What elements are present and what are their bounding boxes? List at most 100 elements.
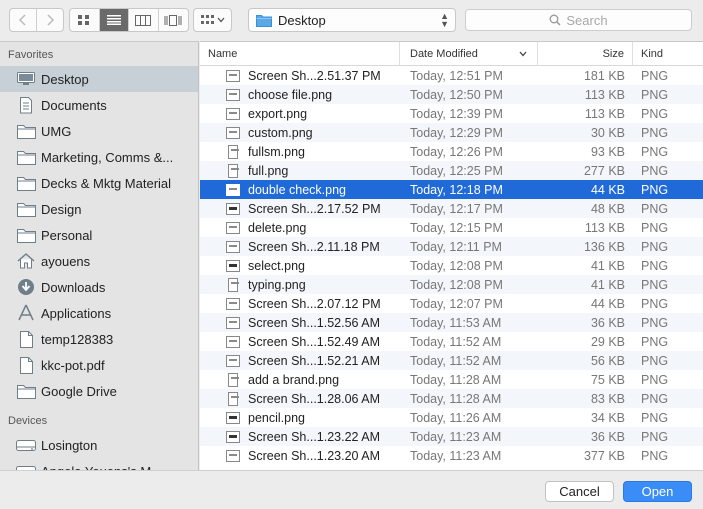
- file-row[interactable]: Screen Sh...2.07.12 PM Today, 12:07 PM 44 …: [200, 294, 703, 313]
- file-name: fullsm.png: [248, 144, 305, 159]
- folder-icon: [16, 174, 36, 192]
- cancel-button[interactable]: Cancel: [545, 481, 614, 502]
- list-view-button[interactable]: [99, 9, 129, 31]
- column-view-button[interactable]: [129, 9, 159, 31]
- file-row[interactable]: custom.png Today, 12:29 PM 30 KB PNG: [200, 123, 703, 142]
- file-name: Screen Sh...2.17.52 PM: [248, 201, 381, 216]
- file-name: Screen Sh...1.52.56 AM: [248, 315, 381, 330]
- sidebar-item-label: UMG: [41, 123, 72, 139]
- sidebar-item-label: Google Drive: [41, 383, 117, 399]
- sidebar-item-ayouens[interactable]: ayouens: [0, 248, 198, 274]
- file-size: 56 KB: [590, 353, 625, 368]
- file-rows: Screen Sh...2.51.37 PM Today, 12:51 PM 181…: [200, 66, 703, 465]
- file-icon: [16, 330, 36, 348]
- file-date-modified: Today, 12:50 PM: [410, 87, 503, 102]
- file-date-modified: Today, 11:52 AM: [410, 334, 502, 349]
- png-file-icon: [228, 144, 239, 159]
- file-name: Screen Sh...1.52.49 AM: [248, 334, 381, 349]
- sidebar-item-desktop[interactable]: Desktop: [0, 66, 198, 92]
- file-kind: PNG: [641, 106, 669, 121]
- sidebar-item-angela-youens-s-m[interactable]: Angela Youens's M...: [0, 458, 198, 470]
- sidebar-item-design[interactable]: Design: [0, 196, 198, 222]
- file-name-cell: Screen Sh...2.17.52 PM: [200, 202, 400, 216]
- file-name-cell: Screen Sh...1.52.56 AM: [200, 316, 400, 330]
- file-name: Screen Sh...1.23.20 AM: [248, 448, 381, 463]
- sidebar-item-personal[interactable]: Personal: [0, 222, 198, 248]
- sidebar-item-label: kkc-pot.pdf: [41, 357, 105, 373]
- location-label: Desktop: [278, 12, 326, 28]
- hard-drive-icon: [16, 436, 36, 454]
- chevron-right-icon: [47, 14, 54, 26]
- file-row[interactable]: export.png Today, 12:39 PM 113 KB PNG: [200, 104, 703, 123]
- file-row[interactable]: Screen Sh...1.52.21 AM Today, 11:52 AM 56 …: [200, 351, 703, 370]
- icon-view-button[interactable]: [70, 9, 100, 31]
- file-row[interactable]: full.png Today, 12:25 PM 277 KB PNG: [200, 161, 703, 180]
- file-row[interactable]: Screen Sh...2.51.37 PM Today, 12:51 PM 181…: [200, 66, 703, 85]
- file-date-modified: Today, 12:29 PM: [410, 125, 503, 140]
- sidebar-item-applications[interactable]: Applications: [0, 300, 198, 326]
- sidebar-item-umg[interactable]: UMG: [0, 118, 198, 144]
- file-name: Screen Sh...1.23.22 AM: [248, 429, 381, 444]
- column-size[interactable]: Size: [538, 42, 633, 66]
- png-file-icon: [226, 221, 240, 234]
- file-date-modified: Today, 11:52 AM: [410, 353, 502, 368]
- file-name: custom.png: [248, 125, 313, 140]
- sidebar-item-marketing-comms[interactable]: Marketing, Comms &...: [0, 144, 198, 170]
- file-row[interactable]: Screen Sh...1.52.56 AM Today, 11:53 AM 36 …: [200, 313, 703, 332]
- cover-flow-view-button[interactable]: [159, 9, 188, 31]
- arrange-menu-content: [194, 9, 231, 31]
- file-row[interactable]: typing.png Today, 12:08 PM 41 KB PNG: [200, 275, 703, 294]
- file-date-modified: Today, 11:26 AM: [410, 410, 502, 425]
- file-row[interactable]: Screen Sh...1.28.06 AM Today, 11:28 AM 83 …: [200, 389, 703, 408]
- png-file-icon: [228, 391, 239, 406]
- file-size: 377 KB: [583, 448, 625, 463]
- file-row[interactable]: Screen Sh...1.23.22 AM Today, 11:23 AM 36 …: [200, 427, 703, 446]
- file-date-modified: Today, 12:18 PM: [410, 182, 503, 197]
- file-date-modified: Today, 12:07 PM: [410, 296, 503, 311]
- sidebar-item-google-drive[interactable]: Google Drive: [0, 378, 198, 404]
- column-kind[interactable]: Kind: [633, 42, 703, 66]
- file-name-cell: Screen Sh...2.07.12 PM: [200, 297, 400, 311]
- file-name-cell: fullsm.png: [200, 144, 400, 159]
- png-file-icon: [226, 183, 240, 196]
- sidebar-item-decks-mktg-material[interactable]: Decks & Mktg Material: [0, 170, 198, 196]
- file-row[interactable]: delete.png Today, 12:15 PM 113 KB PNG: [200, 218, 703, 237]
- chevron-down-icon: [217, 17, 224, 23]
- column-name[interactable]: Name: [200, 42, 400, 66]
- location-popup[interactable]: Desktop ▲ ▼: [248, 8, 456, 32]
- sidebar-item-label: Design: [41, 201, 82, 217]
- file-row[interactable]: Screen Sh...1.23.20 AM Today, 11:23 AM 377…: [200, 446, 703, 465]
- file-row[interactable]: add a brand.png Today, 11:28 AM 75 KB PNG: [200, 370, 703, 389]
- sidebar-item-downloads[interactable]: Downloads: [0, 274, 198, 300]
- open-button[interactable]: Open: [623, 481, 692, 502]
- search-field[interactable]: Search: [465, 9, 692, 31]
- file-row[interactable]: Screen Sh...2.11.18 PM Today, 12:11 PM 136…: [200, 237, 703, 256]
- file-row[interactable]: Screen Sh...1.52.49 AM Today, 11:52 AM 29 …: [200, 332, 703, 351]
- file-row[interactable]: choose file.png Today, 12:50 PM 113 KB PNG: [200, 85, 703, 104]
- arrange-grid-icon: [200, 15, 214, 24]
- sidebar-item-documents[interactable]: Documents: [0, 92, 198, 118]
- file-name: choose file.png: [248, 87, 333, 102]
- sidebar-item-losington[interactable]: Losington: [0, 432, 198, 458]
- back-button[interactable]: [10, 9, 37, 31]
- open-file-dialog: Desktop ▲ ▼ Search Favorites Desktop Docum…: [0, 0, 703, 509]
- arrange-menu-button[interactable]: [193, 8, 232, 32]
- file-name: delete.png: [248, 220, 307, 235]
- file-size: 93 KB: [590, 144, 625, 159]
- file-row[interactable]: double check.png Today, 12:18 PM 44 KB PNG: [200, 180, 703, 199]
- file-row[interactable]: pencil.png Today, 11:26 AM 34 KB PNG: [200, 408, 703, 427]
- file-row[interactable]: Screen Sh...2.17.52 PM Today, 12:17 PM 48 …: [200, 199, 703, 218]
- png-file-icon: [226, 411, 240, 424]
- sidebar-item-temp128383[interactable]: temp128383: [0, 326, 198, 352]
- file-row[interactable]: fullsm.png Today, 12:26 PM 93 KB PNG: [200, 142, 703, 161]
- file-date-modified: Today, 11:28 AM: [410, 372, 502, 387]
- file-kind: PNG: [641, 182, 669, 197]
- column-date-modified[interactable]: Date Modified: [400, 42, 538, 66]
- file-size: 44 KB: [590, 182, 625, 197]
- folder-icon: [256, 14, 272, 27]
- sidebar-item-kkc-pot-pdf[interactable]: kkc-pot.pdf: [0, 352, 198, 378]
- file-row[interactable]: select.png Today, 12:08 PM 41 KB PNG: [200, 256, 703, 275]
- file-name-cell: add a brand.png: [200, 372, 400, 387]
- forward-button[interactable]: [37, 9, 63, 31]
- file-size: 181 KB: [583, 68, 625, 83]
